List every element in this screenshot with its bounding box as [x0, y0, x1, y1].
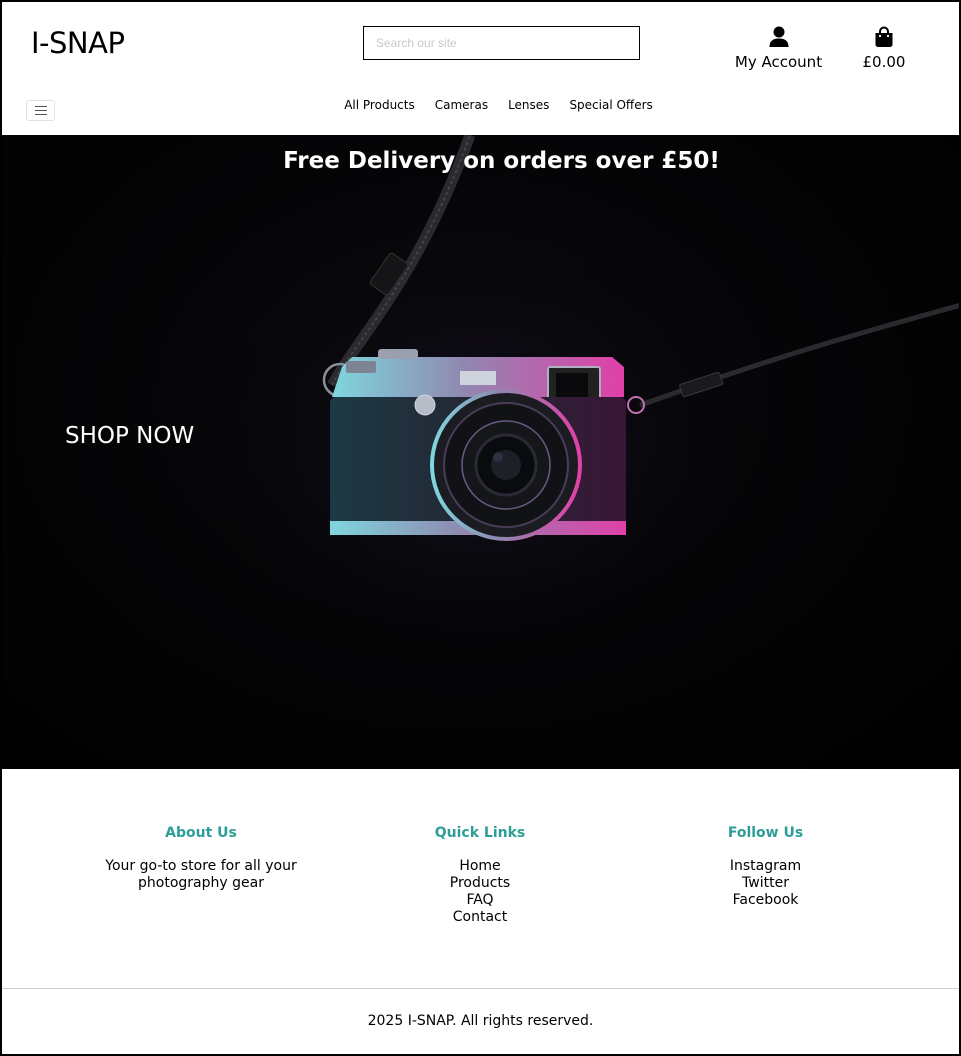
- shop-now-button[interactable]: SHOP NOW: [65, 423, 194, 449]
- footer-about-text: Your go-to store for all your photograph…: [105, 858, 297, 891]
- free-delivery-banner: Free Delivery on orders over £50!: [283, 148, 720, 174]
- nav-special-offers[interactable]: Special Offers: [569, 98, 652, 112]
- main-nav: All Products Cameras Lenses Special Offe…: [0, 98, 961, 112]
- footer-link-twitter[interactable]: Twitter: [700, 875, 831, 892]
- nav-cameras[interactable]: Cameras: [435, 98, 488, 112]
- site-footer: About Us Your go-to store for all your p…: [0, 769, 961, 988]
- cart-total: £0.00: [862, 53, 906, 71]
- nav-lenses[interactable]: Lenses: [508, 98, 549, 112]
- my-account-link[interactable]: My Account: [731, 26, 826, 71]
- search-box: [363, 26, 640, 60]
- footer-about-section: About Us Your go-to store for all your p…: [101, 825, 301, 892]
- site-header: I-SNAP My Account £0.00 All Products Cam…: [0, 0, 961, 135]
- nav-all-products[interactable]: All Products: [344, 98, 415, 112]
- hero-camera-image: [180, 135, 961, 685]
- shopping-bag-icon: [875, 26, 893, 47]
- search-input[interactable]: [364, 27, 639, 59]
- footer-link-contact[interactable]: Contact: [420, 909, 540, 926]
- user-icon: [769, 26, 788, 47]
- copyright-bar: 2025 I-SNAP. All rights reserved.: [0, 988, 961, 1056]
- cart-link[interactable]: £0.00: [850, 26, 918, 71]
- hero-banner: Free Delivery on orders over £50! SHOP N…: [0, 135, 961, 769]
- copyright-text: 2025 I-SNAP. All rights reserved.: [367, 1013, 594, 1029]
- footer-follow-title: Follow Us: [727, 825, 804, 841]
- footer-link-faq[interactable]: FAQ: [420, 892, 540, 909]
- hamburger-line: [34, 114, 47, 115]
- footer-link-facebook[interactable]: Facebook: [700, 892, 831, 909]
- my-account-label: My Account: [734, 53, 823, 71]
- footer-link-home[interactable]: Home: [420, 858, 540, 875]
- footer-follow-section: Follow Us Instagram Twitter Facebook: [700, 825, 831, 909]
- footer-link-instagram[interactable]: Instagram: [700, 858, 831, 875]
- footer-quick-links-title: Quick Links: [434, 825, 526, 841]
- site-logo[interactable]: I-SNAP: [31, 26, 125, 60]
- footer-link-products[interactable]: Products: [420, 875, 540, 892]
- footer-about-title: About Us: [165, 825, 237, 841]
- footer-quick-links-section: Quick Links Home Products FAQ Contact: [420, 825, 540, 926]
